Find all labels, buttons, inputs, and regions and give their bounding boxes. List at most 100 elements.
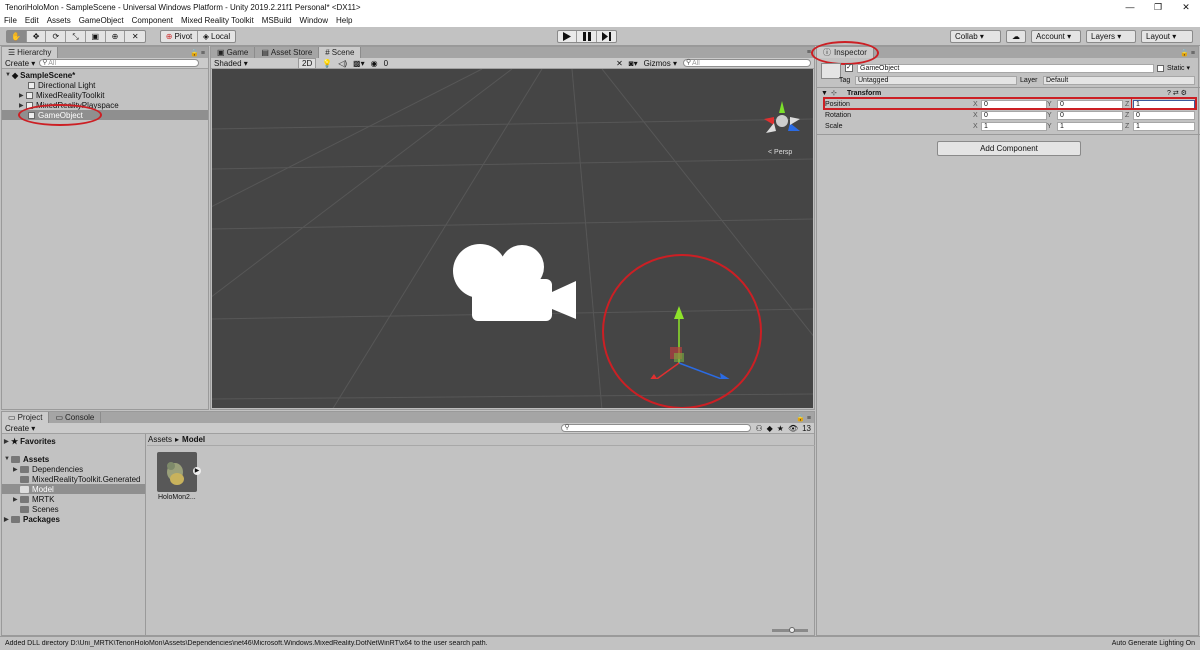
local-button[interactable]: ◈ Local (198, 31, 235, 42)
tools-icon[interactable]: ✕ (616, 59, 623, 68)
hierarchy-item-mrtk[interactable]: ▶ MixedRealityToolkit (2, 90, 208, 100)
menu-file[interactable]: File (4, 16, 17, 25)
scene-viewport[interactable]: < Persp (212, 69, 813, 408)
step-icon[interactable] (597, 31, 616, 42)
scale-z-field[interactable]: 1 (1133, 122, 1195, 131)
collab-button[interactable]: Collab ▾ (950, 30, 1001, 43)
tab-hierarchy[interactable]: ☰ Hierarchy (2, 47, 59, 58)
model-asset-label[interactable]: HoloMon2... (158, 494, 196, 501)
menu-msbuild[interactable]: MSBuild (262, 16, 292, 25)
favorites-node[interactable]: ▶ ★ Favorites (2, 436, 145, 446)
rotation-y-field[interactable]: 0 (1057, 111, 1123, 120)
effects-icon[interactable]: ▩▾ (353, 59, 365, 68)
project-create-dropdown[interactable]: Create ▾ (5, 424, 35, 433)
layout-dropdown[interactable]: Layout ▾ (1141, 30, 1193, 43)
expand-arrow-icon[interactable]: ▼ (4, 456, 11, 462)
menu-window[interactable]: Window (300, 16, 328, 25)
panel-options[interactable]: 🔒 ≡ (1180, 47, 1195, 58)
scale-y-field[interactable]: 1 (1057, 122, 1123, 131)
custom-tool-icon[interactable]: ✕ (125, 31, 145, 42)
panel-options[interactable]: 🔒 ≡ (796, 412, 811, 423)
close-button[interactable]: ✕ (1172, 2, 1200, 13)
layer-dropdown[interactable]: Default (1043, 76, 1195, 85)
expand-arrow-icon[interactable]: ▶ (19, 92, 26, 99)
menu-component[interactable]: Component (132, 16, 173, 25)
move-tool-icon[interactable]: ✥ (27, 31, 47, 42)
add-component-button[interactable]: Add Component (937, 141, 1081, 156)
menu-help[interactable]: Help (336, 16, 352, 25)
rotation-z-field[interactable]: 0 (1133, 111, 1195, 120)
scene-root[interactable]: ▼ ◆ SampleScene* (2, 70, 208, 80)
transform-tool-icon[interactable]: ⊕ (106, 31, 126, 42)
menu-edit[interactable]: Edit (25, 16, 39, 25)
object-name-field[interactable]: GameObject (857, 64, 1154, 73)
lighting-icon[interactable]: 💡 (322, 59, 332, 68)
camera-icon[interactable]: ◙▾ (629, 59, 638, 68)
window-title: TenoriHoloMon - SampleScene - Universal … (5, 2, 361, 12)
status-message[interactable]: Added DLL directory D:\Uni_MRTK\TenoriHo… (5, 640, 1112, 647)
folder-model[interactable]: Model (2, 484, 145, 494)
expand-arrow-icon[interactable]: ▶ (4, 438, 11, 445)
folder-dependencies[interactable]: ▶ Dependencies (2, 464, 145, 474)
expand-asset-icon[interactable]: ▶ (193, 467, 201, 475)
static-checkbox[interactable] (1157, 65, 1164, 72)
expand-arrow-icon[interactable]: ▶ (13, 496, 20, 503)
favorite-icon[interactable]: ★ (777, 424, 784, 433)
scale-x-field[interactable]: 1 (981, 122, 1047, 131)
breadcrumb-assets[interactable]: Assets (148, 435, 172, 445)
panel-options[interactable]: 🔒 ≡ (190, 47, 205, 58)
account-dropdown[interactable]: Account ▾ (1031, 30, 1081, 43)
scale-tool-icon[interactable]: ⤡ (66, 31, 86, 42)
model-asset-thumbnail[interactable]: ▶ (157, 452, 201, 492)
expand-arrow-icon[interactable]: ▶ (19, 102, 26, 109)
tab-console[interactable]: ▭ Console (49, 412, 102, 423)
hierarchy-item-directional-light[interactable]: Directional Light (2, 80, 208, 90)
layers-dropdown[interactable]: Layers ▾ (1086, 30, 1136, 43)
tag-dropdown[interactable]: Untagged (855, 76, 1017, 85)
expand-arrow-icon[interactable]: ▶ (13, 466, 20, 473)
persp-label[interactable]: < Persp (768, 149, 792, 156)
axis-y-label: Y (1047, 112, 1052, 119)
audio-icon[interactable]: ◁) (338, 59, 347, 68)
folder-scenes[interactable]: Scenes (2, 504, 145, 514)
minimize-button[interactable]: — (1116, 2, 1144, 12)
tab-scene[interactable]: # Scene (319, 47, 362, 58)
play-icon[interactable] (558, 31, 578, 42)
assets-node[interactable]: ▼ Assets (2, 454, 145, 464)
cloud-icon[interactable]: ☁ (1006, 30, 1026, 43)
active-checkbox[interactable]: ✓ (845, 64, 853, 72)
rect-tool-icon[interactable]: ▣ (86, 31, 106, 42)
expand-arrow-icon[interactable]: ▶ (4, 516, 11, 523)
gizmos-dropdown[interactable]: Gizmos ▾ (644, 59, 677, 68)
menu-gameobject[interactable]: GameObject (79, 16, 124, 25)
create-dropdown[interactable]: Create ▾ (5, 59, 35, 68)
pivot-button[interactable]: ⊕ Pivot (161, 31, 199, 42)
hidden-packages-icon[interactable]: 👁 (788, 424, 798, 433)
slider-handle[interactable] (789, 627, 795, 633)
filter-type-icon[interactable]: ⚇ (755, 424, 762, 433)
project-search-input[interactable] (561, 424, 752, 432)
filter-label-icon[interactable]: ◆ (767, 424, 773, 433)
pause-icon[interactable] (577, 31, 597, 42)
expand-arrow-icon[interactable]: ▼ (5, 72, 12, 78)
hierarchy-search-input[interactable]: All (39, 59, 200, 67)
rotate-tool-icon[interactable]: ⟳ (46, 31, 67, 42)
breadcrumb-model[interactable]: Model (182, 435, 205, 445)
maximize-button[interactable]: ❐ (1144, 2, 1172, 13)
shading-dropdown[interactable]: Shaded ▾ (214, 59, 292, 68)
scene-search-input[interactable]: All (683, 59, 811, 67)
menu-mrtk[interactable]: Mixed Reality Toolkit (181, 16, 254, 25)
tab-asset-store[interactable]: ▤ Asset Store (255, 47, 320, 58)
tab-game[interactable]: ▣ Game (211, 47, 256, 58)
folder-mrtk[interactable]: ▶ MRTK (2, 494, 145, 504)
store-icon: ▤ (261, 48, 269, 57)
menu-assets[interactable]: Assets (47, 16, 71, 25)
packages-node[interactable]: ▶ Packages (2, 514, 145, 524)
tab-project[interactable]: ▭ Project (2, 412, 50, 423)
rotation-x-field[interactable]: 0 (981, 111, 1047, 120)
hand-tool-icon[interactable]: ✋ (7, 31, 27, 42)
hidden-icon[interactable]: ◉ (371, 59, 378, 68)
folder-mrtk-generated[interactable]: MixedRealityToolkit.Generated (2, 474, 145, 484)
2d-toggle[interactable]: 2D (298, 57, 317, 69)
static-dropdown[interactable]: Static ▾ (1167, 64, 1190, 73)
